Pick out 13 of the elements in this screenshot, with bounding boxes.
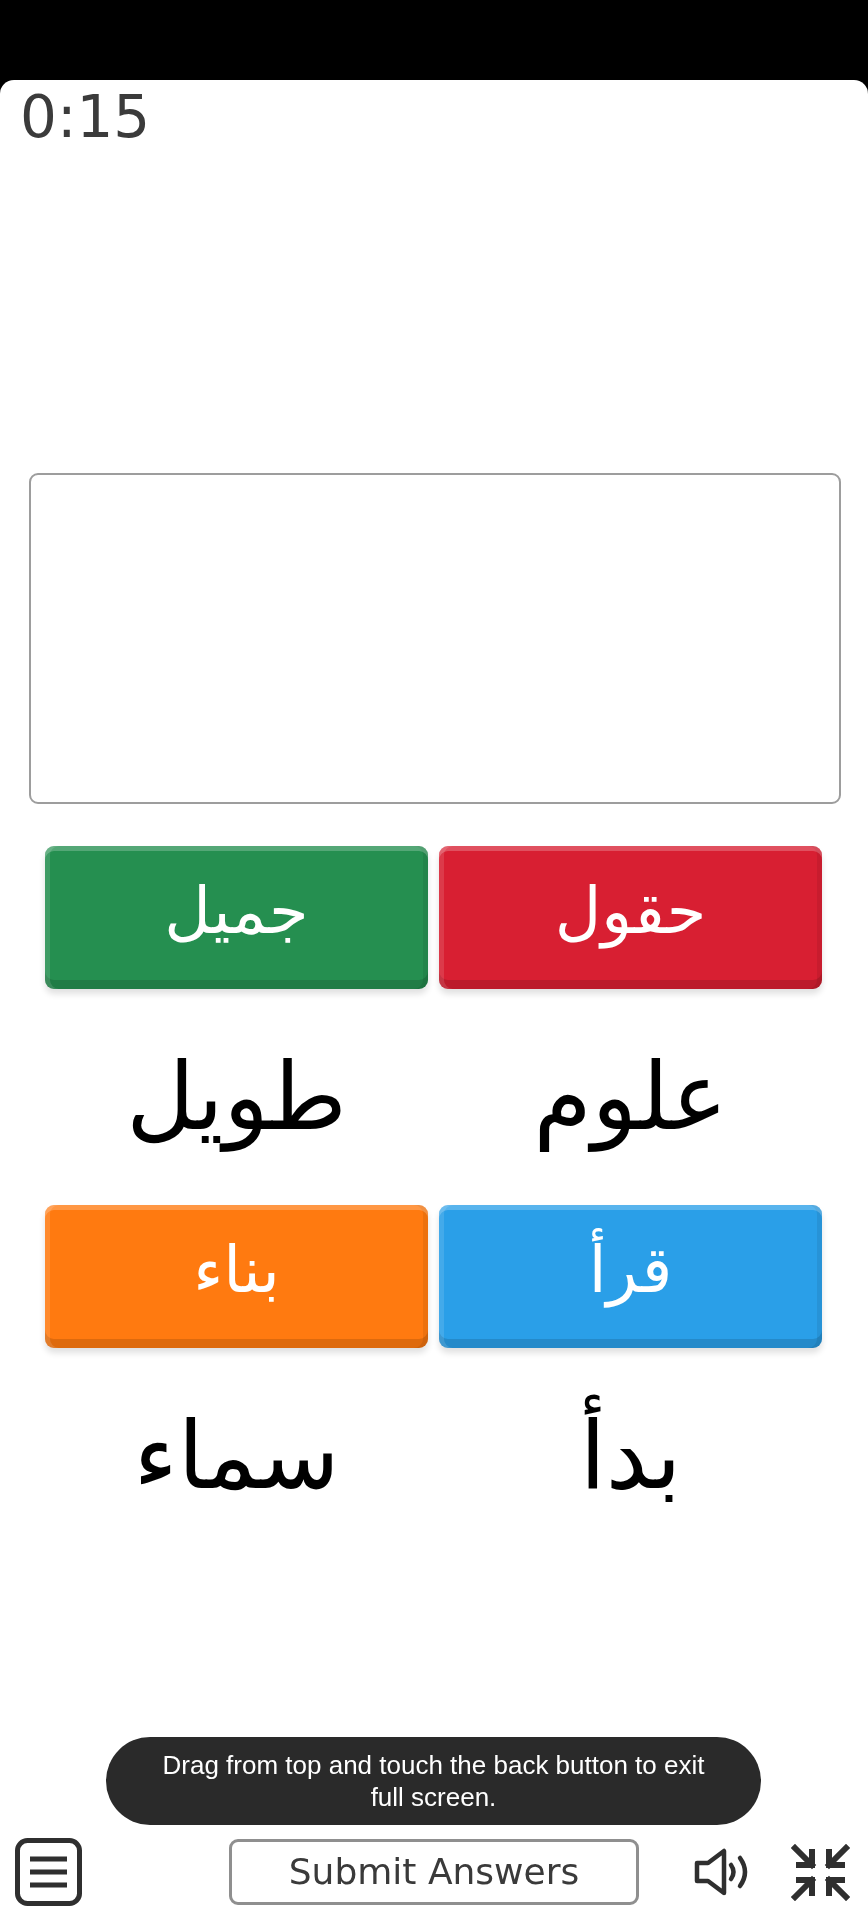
- word-tile[interactable]: جميل: [45, 846, 428, 989]
- menu-icon[interactable]: [15, 1838, 82, 1906]
- word-tile[interactable]: بناء: [45, 1205, 428, 1348]
- compress-icon[interactable]: [791, 1843, 850, 1901]
- toast-message: Drag from top and touch the back button to exit full screen.: [106, 1737, 761, 1825]
- word-text: بدأ: [579, 1348, 682, 1564]
- word-tile[interactable]: حقول: [439, 846, 822, 989]
- word-tile[interactable]: قرأ: [439, 1205, 822, 1348]
- submit-button[interactable]: Submit Answers: [229, 1839, 639, 1905]
- timer-text: 0:15: [20, 85, 151, 149]
- word-text: سماء: [133, 1399, 340, 1512]
- word-text: علوم: [533, 1040, 728, 1154]
- word-text: طويل: [126, 1040, 347, 1154]
